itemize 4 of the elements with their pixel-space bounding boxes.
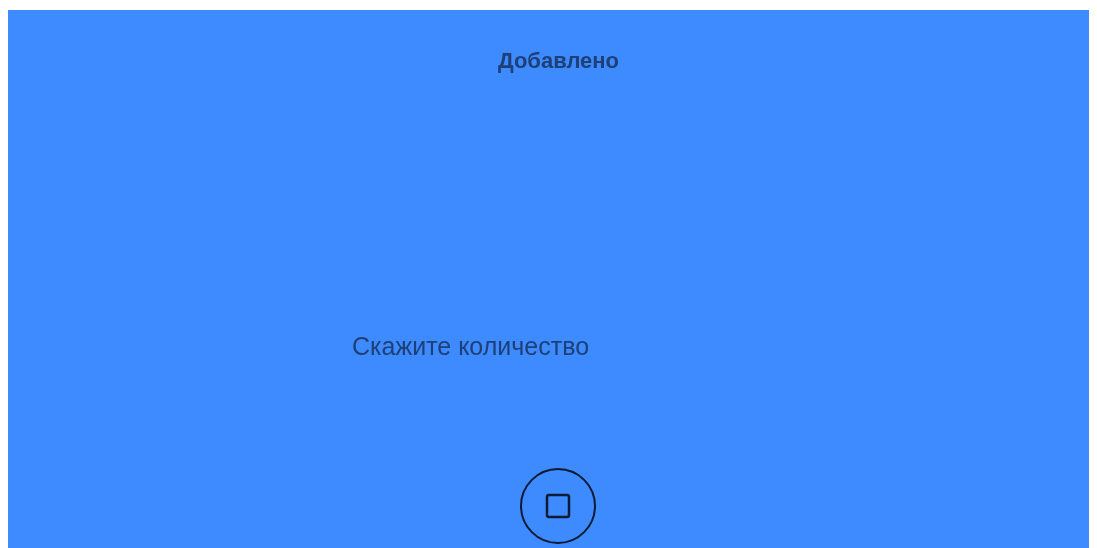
status-title: Добавлено <box>496 48 621 74</box>
stop-button[interactable] <box>519 468 596 544</box>
prompt-text: Скажите количество <box>351 332 591 361</box>
stop-icon <box>544 493 571 519</box>
